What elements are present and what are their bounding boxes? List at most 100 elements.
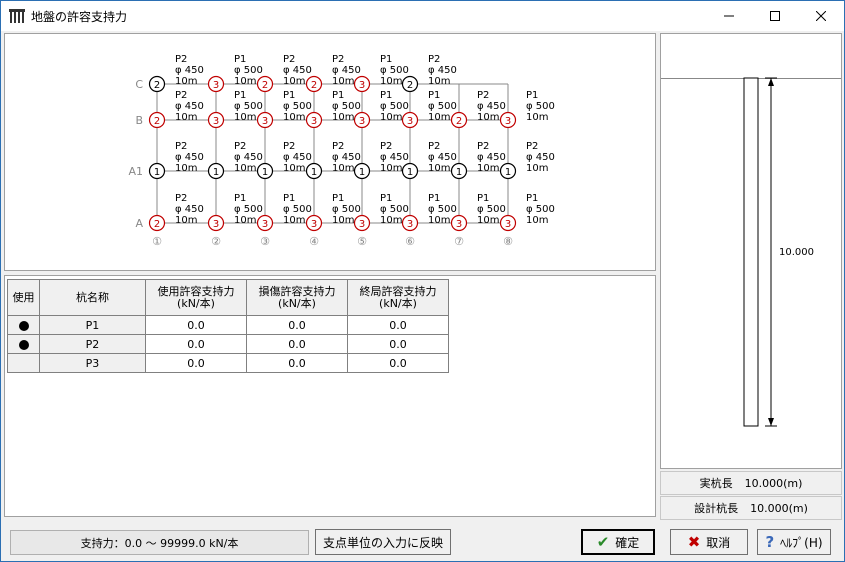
pile-label: 10m <box>526 112 548 123</box>
pile-label: P2 <box>283 54 295 65</box>
pile-label: 10m <box>380 112 402 123</box>
pile-node-number: 1 <box>359 167 365 178</box>
pile-label: 10m <box>332 112 354 123</box>
capacity-table: 使用 杭名称 使用許容支持力 (kN/本) 損傷許容支持力 (kN/本) 終局許… <box>7 279 449 373</box>
pile-node-number: 2 <box>311 80 317 91</box>
minimize-button[interactable] <box>706 1 752 31</box>
pile-elevation-view: 10.000 <box>660 33 842 469</box>
pile-label: 10m <box>428 112 450 123</box>
cancel-label: 取消 <box>706 535 731 550</box>
pile-label: P1 <box>526 193 538 204</box>
capacity-cell[interactable]: 0.0 <box>145 315 247 335</box>
pile-label: 10m <box>234 163 256 174</box>
pile-label: P2 <box>380 141 392 152</box>
column-label: ⑧ <box>503 235 513 248</box>
pile-node-number: 3 <box>213 116 219 127</box>
column-label: ② <box>211 235 221 248</box>
pile-label: φ 500 <box>380 204 409 215</box>
pile-label: P1 <box>234 193 246 204</box>
capacity-cell[interactable]: 0.0 <box>347 334 449 354</box>
table-row[interactable]: P2 0.0 0.0 0.0 <box>7 334 449 354</box>
col-header-service-capacity: 使用許容支持力 (kN/本) <box>145 279 247 316</box>
col-header-use: 使用 <box>7 279 40 316</box>
pile-label: 10m <box>428 215 450 226</box>
capacity-cell[interactable]: 0.0 <box>246 315 348 335</box>
pile-label: φ 500 <box>332 101 361 112</box>
pile-label: P1 <box>428 90 440 101</box>
column-label: ⑤ <box>357 235 367 248</box>
capacity-cell[interactable]: 0.0 <box>145 353 247 373</box>
ok-label: 確定 <box>615 535 640 550</box>
pile-label: 10m <box>477 215 499 226</box>
capacity-cell[interactable]: 0.0 <box>145 334 247 354</box>
pile-label: φ 450 <box>477 152 506 163</box>
arrow-up-icon <box>768 78 774 86</box>
use-cell[interactable] <box>7 353 40 373</box>
pile-node-number: 3 <box>359 116 365 127</box>
pile-label: P1 <box>380 193 392 204</box>
pile-label: φ 500 <box>380 101 409 112</box>
pile-label: φ 450 <box>175 101 204 112</box>
pile-label: 10m <box>526 215 548 226</box>
cross-icon: ✖ <box>687 533 701 551</box>
pile-node-number: 1 <box>311 167 317 178</box>
design-length-value: 10.000(m) <box>750 501 808 515</box>
pile-plan-view[interactable]: C B A1 A ① ② ③ ④ ⑤ ⑥ ⑦ ⑧ 2 P2 φ 450 10m 3 P1 φ 500 10m 2 P2 φ … <box>4 33 656 271</box>
capacity-cell[interactable]: 0.0 <box>246 334 348 354</box>
column-label: ④ <box>309 235 319 248</box>
pile-label: φ 500 <box>428 101 457 112</box>
pile-label: 10m <box>428 76 450 87</box>
pile-label: φ 500 <box>234 204 263 215</box>
close-button[interactable] <box>798 1 844 31</box>
minimize-icon <box>724 15 734 17</box>
pile-elevation-diagram: 10.000 <box>743 77 814 427</box>
pile-node-number: 3 <box>311 219 317 230</box>
ok-button[interactable]: ✔ 確定 <box>581 529 655 555</box>
pile-label: P2 <box>175 54 187 65</box>
pile-label: φ 450 <box>175 204 204 215</box>
arrow-down-icon <box>768 418 774 426</box>
use-cell[interactable] <box>7 315 40 335</box>
actual-length-box: 実杭長 10.000(m) <box>660 471 842 495</box>
pile-name-cell: P1 <box>39 315 146 335</box>
pile-label: P1 <box>526 90 538 101</box>
cancel-button[interactable]: ✖ 取消 <box>670 529 748 555</box>
column-label: ① <box>152 235 162 248</box>
pile-node-number: 1 <box>456 167 462 178</box>
table-row[interactable]: P3 0.0 0.0 0.0 <box>7 353 449 373</box>
design-length-box: 設計杭長 10.000(m) <box>660 496 842 520</box>
design-length-label: 設計杭長 <box>694 502 739 515</box>
reflect-to-support-button[interactable]: 支点単位の入力に反映 <box>315 529 451 555</box>
pile-label: φ 500 <box>332 204 361 215</box>
bullet-icon <box>18 339 29 350</box>
help-button[interactable]: ? ﾍﾙﾌﾟ(H) <box>757 529 831 555</box>
pile-node-number: 2 <box>262 80 268 91</box>
pile-node-number: 3 <box>213 80 219 91</box>
table-row[interactable]: P1 0.0 0.0 0.0 <box>7 315 449 335</box>
capacity-cell[interactable]: 0.0 <box>347 353 449 373</box>
pile-node-number: 3 <box>311 116 317 127</box>
row-label: A <box>135 217 143 230</box>
pile-label: P2 <box>428 54 440 65</box>
capacity-cell[interactable]: 0.0 <box>246 353 348 373</box>
pile-label: 10m <box>234 112 256 123</box>
pile-label: P1 <box>332 193 344 204</box>
pile-name-cell: P2 <box>39 334 146 354</box>
app-icon <box>9 9 25 23</box>
capacity-cell[interactable]: 0.0 <box>347 315 449 335</box>
pile-label: φ 450 <box>175 65 204 76</box>
pile-label: 10m <box>175 215 197 226</box>
pile-label: 10m <box>283 112 305 123</box>
pile-label: P1 <box>380 54 392 65</box>
pile-node-number: 3 <box>505 219 511 230</box>
pile-label: P2 <box>428 141 440 152</box>
use-cell[interactable] <box>7 334 40 354</box>
pile-node-number: 3 <box>505 116 511 127</box>
pile-node-number: 1 <box>407 167 413 178</box>
pile-shaft <box>743 77 759 427</box>
pile-node-number: 2 <box>456 116 462 127</box>
pile-label: P2 <box>332 54 344 65</box>
col-header-ultimate-capacity: 終局許容支持力 (kN/本) <box>347 279 449 316</box>
pile-plan-diagram: CBA1A① ② ③ ④ ⑤ ⑥ ⑦ ⑧2P2φ 45010m 3P1φ 50010m 2P2φ … <box>128 54 554 248</box>
maximize-button[interactable] <box>752 1 798 31</box>
